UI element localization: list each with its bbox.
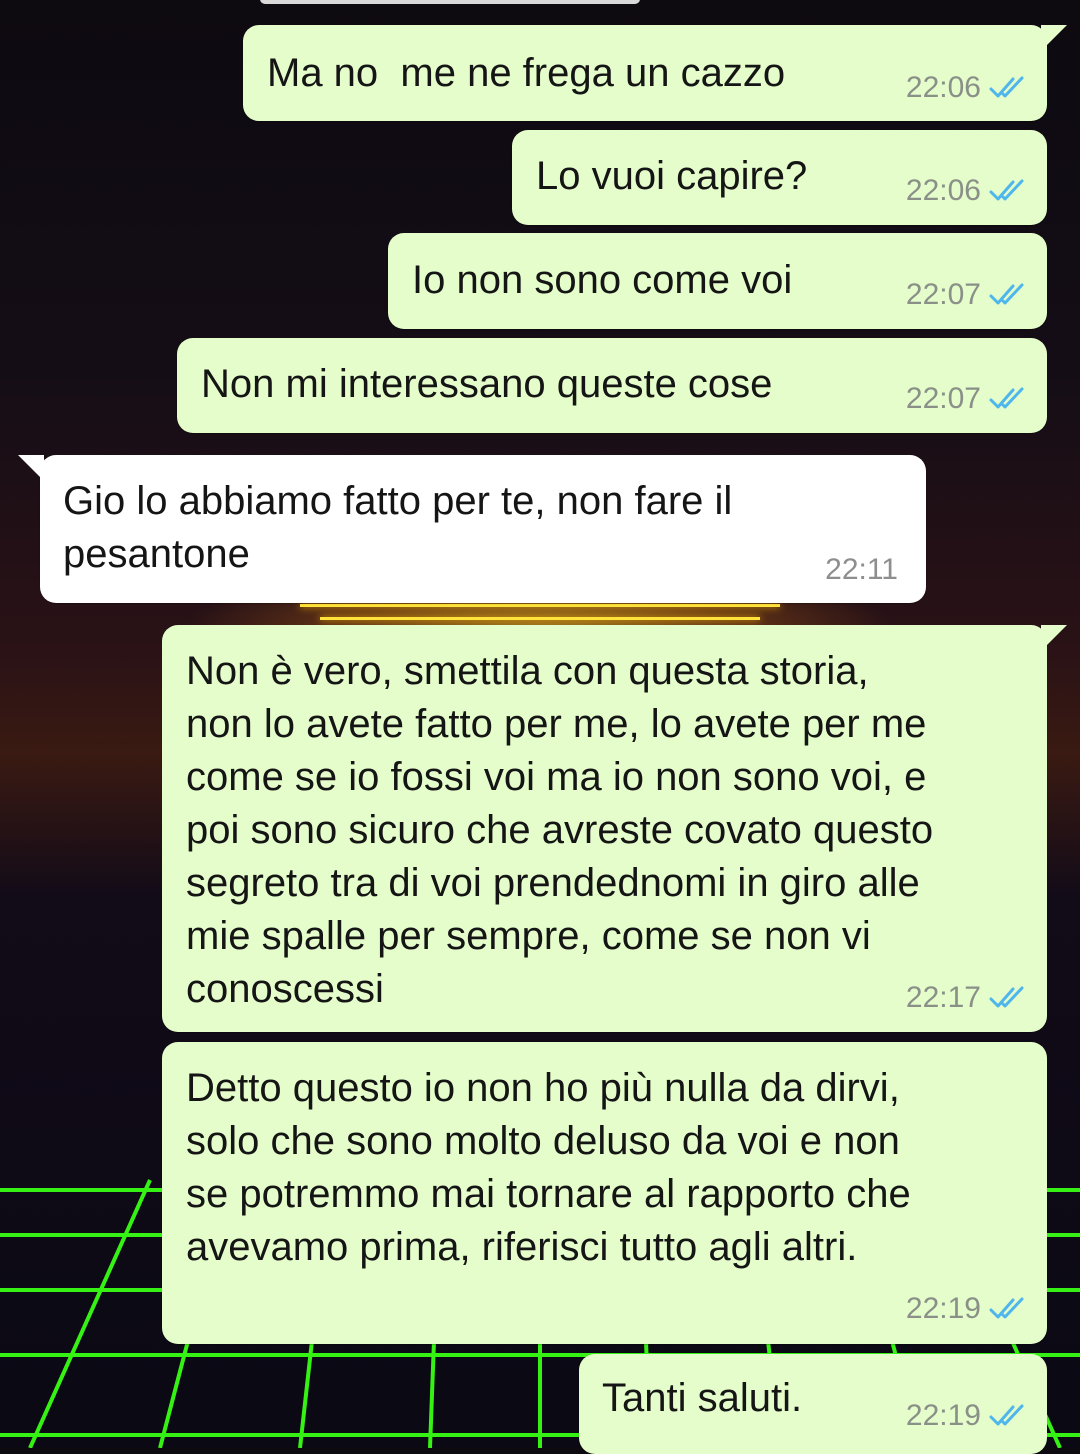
message-bubble-outgoing[interactable]: Io non sono come voi 22:07 bbox=[388, 233, 1047, 329]
message-time: 22:19 bbox=[905, 1399, 981, 1432]
message-time: 22:07 bbox=[905, 382, 981, 415]
double-check-read-icon bbox=[989, 75, 1027, 101]
message-time: 22:06 bbox=[905, 71, 981, 104]
message-text: Lo vuoi capire? bbox=[536, 154, 808, 198]
message-bubble-outgoing[interactable]: Non mi interessano queste cose 22:07 bbox=[177, 338, 1047, 433]
double-check-read-icon bbox=[989, 282, 1027, 308]
message-time: 22:07 bbox=[905, 278, 981, 311]
bubble-tail bbox=[1041, 625, 1067, 651]
message-text: Tanti saluti. bbox=[602, 1376, 803, 1420]
message-bubble-outgoing[interactable]: Lo vuoi capire? 22:06 bbox=[512, 130, 1047, 225]
message-time: 22:17 bbox=[905, 981, 981, 1014]
message-time: 22:19 bbox=[905, 1292, 981, 1325]
message-text: Non è vero, smettila con questa storia, … bbox=[186, 649, 934, 1011]
message-text: Non mi interessano queste cose bbox=[201, 362, 773, 406]
double-check-read-icon bbox=[989, 386, 1027, 412]
message-text: Io non sono come voi bbox=[412, 258, 793, 302]
message-text: Detto questo io non ho più nulla da dirv… bbox=[186, 1066, 911, 1269]
wallpaper-sun-line bbox=[320, 617, 760, 620]
message-bubble-outgoing[interactable]: Detto questo io non ho più nulla da dirv… bbox=[162, 1042, 1047, 1344]
double-check-read-icon bbox=[989, 178, 1027, 204]
double-check-read-icon bbox=[989, 1296, 1027, 1322]
message-text: Gio lo abbiamo fatto per te, non fare il… bbox=[63, 479, 733, 576]
message-time: 22:11 bbox=[825, 553, 898, 586]
message-time: 22:06 bbox=[905, 174, 981, 207]
message-bubble-outgoing[interactable]: Non è vero, smettila con questa storia, … bbox=[162, 625, 1067, 1032]
bubble-tail bbox=[1041, 25, 1067, 51]
double-check-read-icon bbox=[989, 985, 1027, 1011]
double-check-read-icon bbox=[989, 1403, 1027, 1429]
bubble-tail bbox=[18, 455, 44, 481]
message-bubble-outgoing[interactable]: Ma no me ne frega un cazzo 22:06 bbox=[243, 25, 1067, 121]
message-text: Ma no me ne frega un cazzo bbox=[267, 51, 786, 95]
message-bubble-incoming[interactable]: Gio lo abbiamo fatto per te, non fare il… bbox=[18, 455, 926, 603]
wallpaper-sun-line bbox=[300, 604, 780, 607]
message-bubble-outgoing[interactable]: Tanti saluti. 22:19 bbox=[579, 1354, 1047, 1454]
drag-handle bbox=[260, 0, 640, 4]
